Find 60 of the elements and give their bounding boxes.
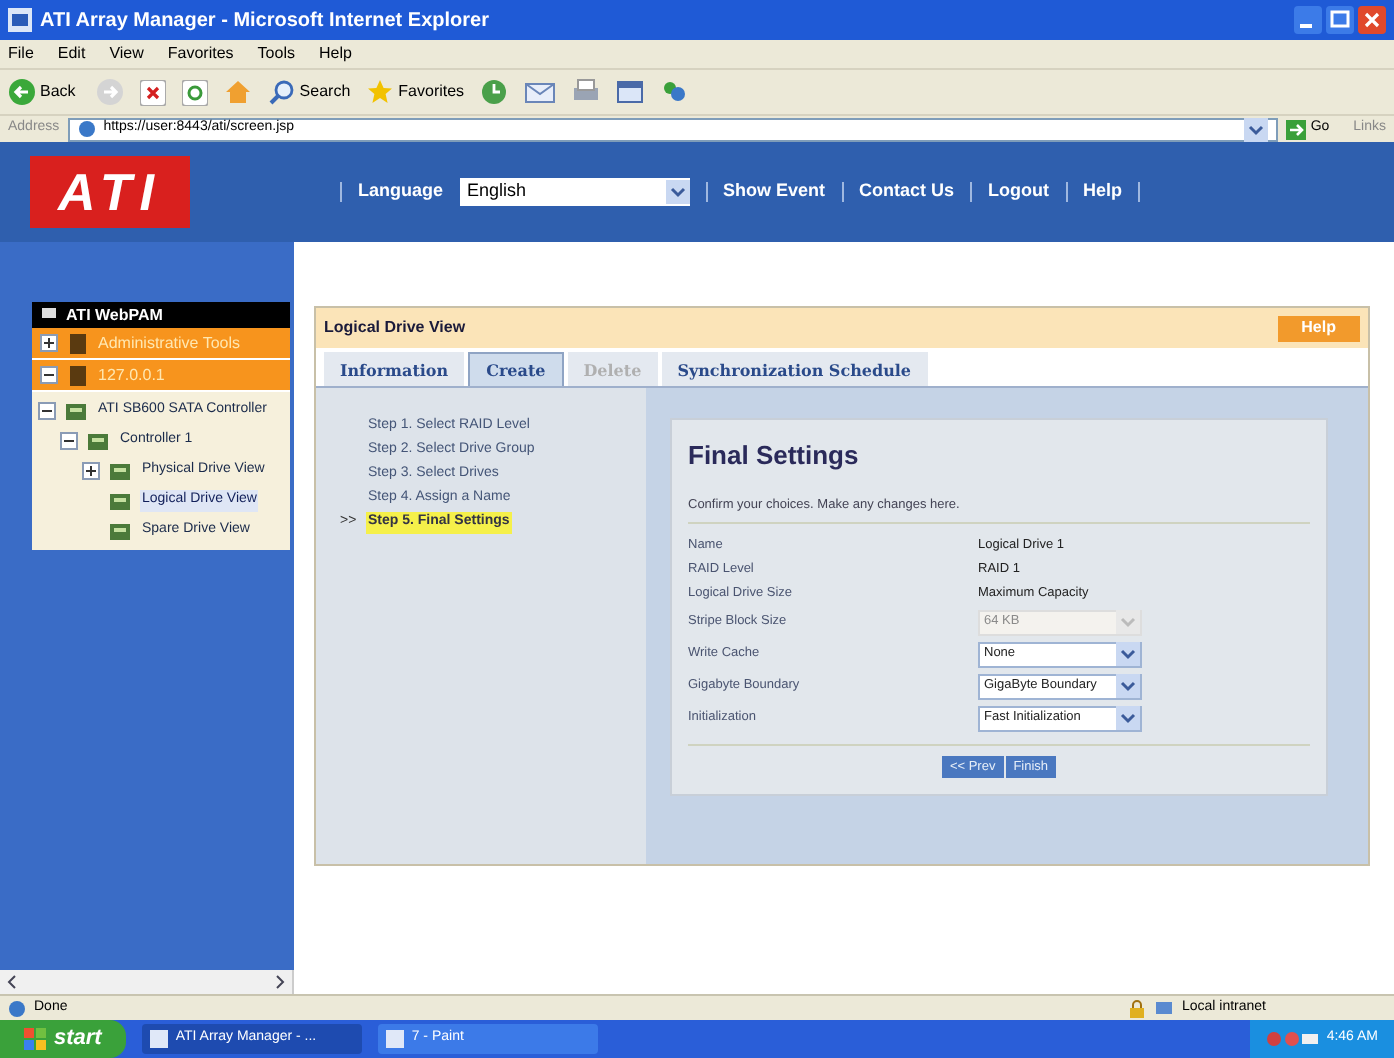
search-button[interactable]: Search (267, 78, 351, 106)
tray-icons (1266, 1030, 1319, 1048)
header-link[interactable]: Contact Us (859, 178, 955, 206)
app-icon (149, 1030, 168, 1048)
collapse-icon[interactable] (40, 366, 58, 384)
mail-icon[interactable] (524, 78, 557, 106)
server-icon (66, 363, 90, 387)
menu-item[interactable]: Edit (57, 42, 86, 66)
stop-icon[interactable] (139, 79, 166, 105)
scroll-right-icon[interactable] (272, 974, 288, 990)
back-button[interactable]: Back (8, 78, 252, 106)
drive-icon (108, 489, 132, 513)
ati-logo: ATI (30, 156, 190, 228)
intranet-icon (1153, 999, 1174, 1017)
windows-logo-icon (24, 1028, 46, 1050)
lock-icon (1127, 999, 1146, 1017)
header-link[interactable]: Logout (988, 178, 1050, 206)
header-link[interactable]: Help (1083, 178, 1123, 206)
messenger-icon[interactable] (660, 78, 689, 106)
menu-item[interactable]: File (8, 42, 34, 66)
menu-item[interactable]: Favorites (167, 42, 234, 66)
menu-item[interactable]: Help (318, 42, 352, 66)
header-link[interactable]: Show Event (723, 178, 826, 206)
printer-icon[interactable] (572, 78, 601, 106)
drive-icon (86, 429, 110, 453)
collapse-icon[interactable] (60, 432, 78, 450)
app-icon (385, 1030, 404, 1048)
language-select[interactable]: English (459, 178, 690, 206)
menu-item[interactable]: Tools (257, 42, 295, 66)
sidebar-title: ATI WebPAM (32, 302, 290, 328)
maximize-icon[interactable] (1326, 6, 1354, 34)
panel-title: Logical Drive View (324, 316, 466, 340)
edit-icon[interactable] (616, 78, 645, 106)
expand-icon[interactable] (82, 462, 100, 480)
page-icon (8, 999, 26, 1017)
star-icon (366, 78, 395, 106)
language-label: Language (358, 178, 444, 205)
server-icon (66, 331, 90, 355)
ie-window-icon (8, 8, 32, 32)
go-arrow-icon (1286, 119, 1307, 139)
drive-icon (108, 519, 132, 543)
tab[interactable]: Create (468, 352, 564, 386)
refresh-icon[interactable] (181, 79, 208, 105)
search-icon (267, 78, 296, 106)
close-icon[interactable] (1358, 6, 1386, 34)
network-icon (40, 306, 58, 324)
scroll-left-icon[interactable] (4, 974, 20, 990)
history-icon[interactable] (480, 78, 509, 106)
menu-item[interactable]: View (109, 42, 144, 66)
collapse-icon[interactable] (38, 402, 56, 420)
expand-icon[interactable] (40, 334, 58, 352)
section-heading: Final Settings (688, 438, 861, 474)
drive-icon (108, 459, 132, 483)
favorites-button[interactable]: Favorites (366, 78, 465, 106)
minimize-icon[interactable] (1294, 6, 1322, 34)
window-title: ATI Array Manager - Microsoft Internet Explorer (40, 7, 489, 35)
tab[interactable]: Synchronization Schedule (661, 352, 928, 386)
tab[interactable]: Information (324, 352, 465, 386)
page-icon (77, 120, 96, 138)
drive-icon (64, 399, 88, 423)
